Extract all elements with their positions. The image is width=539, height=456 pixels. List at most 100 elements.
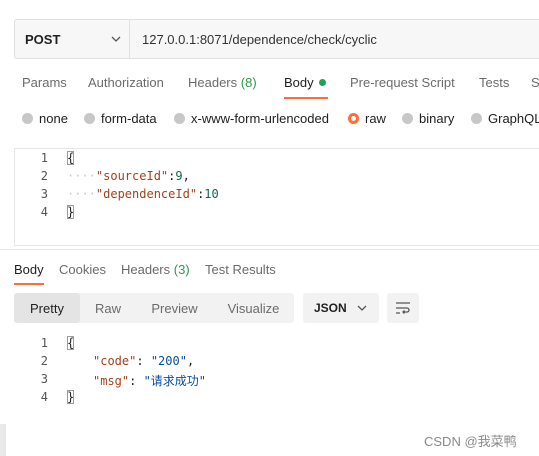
wrap-lines-button[interactable] <box>387 293 419 323</box>
radio-raw[interactable]: raw <box>348 111 386 126</box>
tab-label: Params <box>22 75 67 90</box>
request-code: { ····"sourceId":9, ····"dependenceId":1… <box>67 151 219 223</box>
radio-label: x-www-form-urlencoded <box>191 111 329 126</box>
tab-count: (3) <box>173 262 190 277</box>
json-value: "请求成功" <box>143 374 207 388</box>
tab-label: Tests <box>479 75 510 90</box>
line-number: 3 <box>40 372 48 386</box>
radio-icon <box>174 113 185 124</box>
view-preview-button[interactable]: Preview <box>136 293 213 323</box>
response-tab-cookies[interactable]: Cookies <box>59 262 106 277</box>
radio-icon <box>402 113 413 124</box>
code-line: "code": "200", <box>67 354 206 372</box>
tab-label: Test Results <box>205 262 276 277</box>
view-raw-button[interactable]: Raw <box>80 293 136 323</box>
json-value: 9 <box>175 169 183 183</box>
radio-icon <box>22 113 33 124</box>
code-line: } <box>67 390 206 408</box>
tab-tests[interactable]: Tests <box>479 75 509 90</box>
line-number: 2 <box>40 169 48 183</box>
tab-headers[interactable]: Headers (8) <box>188 75 257 90</box>
active-dot-icon <box>318 79 326 86</box>
code-line: "msg": "请求成功" <box>67 372 206 390</box>
json-trail: , <box>186 354 195 368</box>
tab-label: Body <box>14 262 44 277</box>
line-number: 1 <box>40 336 48 350</box>
active-tab-underline <box>14 283 44 285</box>
view-pretty-button[interactable]: Pretty <box>14 293 80 323</box>
radio-label: GraphQL <box>488 111 539 126</box>
method-select[interactable]: POST <box>15 20 130 58</box>
request-bar: POST 127.0.0.1:8071/dependence/check/cyc… <box>14 19 539 59</box>
code-line: { <box>67 336 206 354</box>
format-select[interactable]: JSON <box>303 293 379 323</box>
line-number: 1 <box>40 151 48 165</box>
radio-icon <box>84 113 95 124</box>
response-tab-headers[interactable]: Headers (3) <box>121 262 190 277</box>
view-mode-group: Pretty Raw Preview Visualize <box>14 293 294 323</box>
tab-label: Headers <box>188 75 238 90</box>
json-value: "200" <box>150 354 187 368</box>
json-value: 10 <box>204 187 219 201</box>
code-line: } <box>67 205 219 223</box>
tab-label: Body <box>284 75 314 90</box>
format-label: JSON <box>314 301 347 315</box>
code-line: { <box>67 151 219 169</box>
radio-label: none <box>39 111 68 126</box>
section-divider <box>0 249 539 250</box>
url-input[interactable]: 127.0.0.1:8071/dependence/check/cyclic <box>142 20 377 58</box>
tab-body[interactable]: Body <box>284 75 326 90</box>
json-trail: , <box>182 169 190 183</box>
tab-settings[interactable]: S <box>531 75 539 90</box>
indent-guide: ···· <box>67 169 96 183</box>
radio-label: raw <box>365 111 386 126</box>
radio-label: binary <box>419 111 455 126</box>
method-label: POST <box>25 31 61 47</box>
chevron-down-icon <box>357 305 367 311</box>
json-key: "sourceId" <box>95 169 169 183</box>
view-visualize-button[interactable]: Visualize <box>213 293 294 323</box>
json-sep: : <box>136 354 151 368</box>
watermark: CSDN @我菜鸭 <box>424 434 517 449</box>
code-line: ····"dependenceId":10 <box>67 187 219 205</box>
tab-label: S <box>531 75 539 90</box>
tab-label: Headers <box>121 262 171 277</box>
code-line: ····"sourceId":9, <box>67 169 219 187</box>
tab-count: (8) <box>240 75 257 90</box>
open-brace: { <box>67 151 75 165</box>
tab-pre-request-script[interactable]: Pre-request Script <box>350 75 455 90</box>
radio-icon <box>471 113 482 124</box>
tab-label: Authorization <box>88 75 164 90</box>
json-key: "msg" <box>93 374 130 388</box>
open-brace: { <box>67 336 75 350</box>
scroll-edge <box>0 424 6 456</box>
response-tab-body[interactable]: Body <box>14 262 44 277</box>
tab-label: Pre-request Script <box>350 75 455 90</box>
active-tab-underline <box>284 97 328 99</box>
indent-guide: ···· <box>67 187 96 201</box>
response-code: { "code": "200", "msg": "请求成功" } <box>67 336 206 408</box>
radio-form-data[interactable]: form-data <box>84 111 157 126</box>
close-brace: } <box>67 205 75 219</box>
response-line-numbers: 1 2 3 4 <box>0 336 48 408</box>
line-number: 3 <box>40 187 48 201</box>
radio-x-www-form-urlencoded[interactable]: x-www-form-urlencoded <box>174 111 329 126</box>
tab-label: Cookies <box>59 262 106 277</box>
response-tab-test-results[interactable]: Test Results <box>205 262 276 277</box>
radio-binary[interactable]: binary <box>402 111 454 126</box>
tab-params[interactable]: Params <box>22 75 67 90</box>
line-number: 4 <box>40 390 48 404</box>
chevron-down-icon <box>111 36 121 42</box>
radio-label: form-data <box>101 111 157 126</box>
wrap-lines-icon <box>396 302 410 314</box>
tab-authorization[interactable]: Authorization <box>88 75 164 90</box>
close-brace: } <box>67 390 75 404</box>
json-key: "code" <box>93 354 137 368</box>
json-sep: : <box>129 374 144 388</box>
request-line-numbers: 1 2 3 4 <box>0 151 48 223</box>
radio-graphql[interactable]: GraphQL <box>471 111 539 126</box>
line-number: 2 <box>40 354 48 368</box>
json-key: "dependenceId" <box>95 187 198 201</box>
radio-none[interactable]: none <box>22 111 68 126</box>
line-number: 4 <box>40 205 48 219</box>
